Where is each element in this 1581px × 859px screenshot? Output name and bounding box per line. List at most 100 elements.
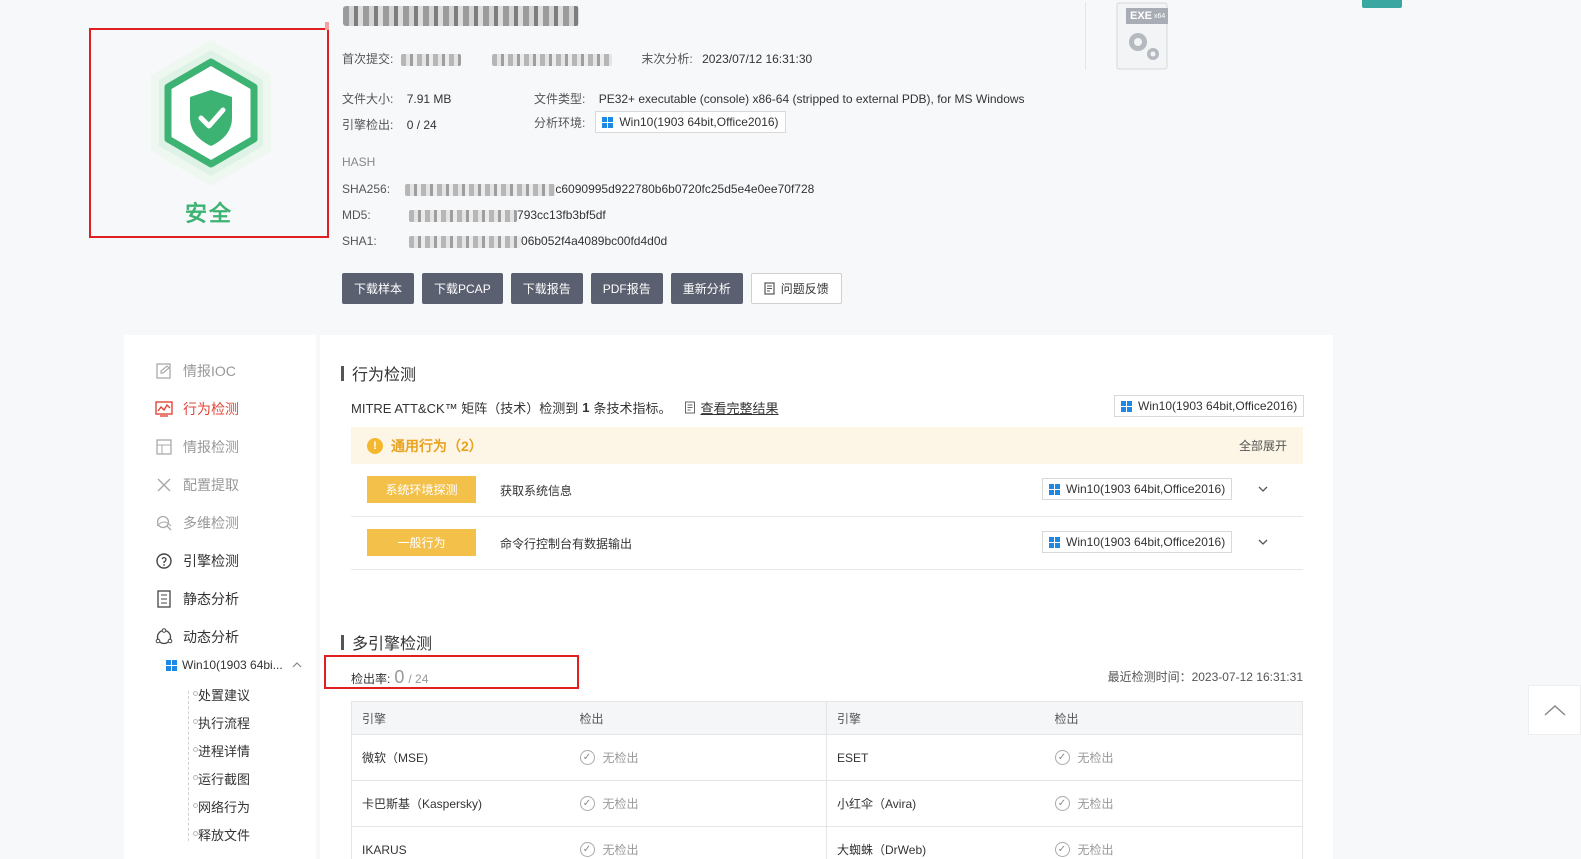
redacted-value	[400, 53, 461, 66]
md5-value: 793cc13fb3bf5df	[517, 208, 606, 222]
table-header: 引擎 检出 引擎 检出	[351, 701, 1303, 735]
result: ✓ 无检出	[1054, 749, 1114, 766]
sidebar: 情报IOC 行为检测 情报检测 配置提取 多维检测 引擎检测 静态分析 动态分析…	[124, 335, 316, 859]
mitre-count: 1	[582, 400, 590, 415]
file-name-redacted	[343, 6, 579, 26]
sidebar-item-dynamic[interactable]: 动态分析	[155, 627, 239, 647]
decor-mark	[325, 22, 329, 30]
behavior-row-env: Win10(1903 64bit,Office2016)	[1042, 478, 1233, 500]
md5-row: MD5: 793cc13fb3bf5df	[342, 208, 606, 222]
sidebar-item-engine[interactable]: 引擎检测	[155, 551, 239, 571]
table-row: 微软（MSE) ✓ 无检出 ESET ✓ 无检出	[351, 734, 1303, 781]
sidebar-env-toggle[interactable]: Win10(1903 64bi...	[166, 658, 302, 672]
reanalyze-button[interactable]: 重新分析	[670, 273, 743, 304]
behavior-desc: 命令行控制台有数据输出	[500, 537, 633, 551]
check-circle-icon: ✓	[579, 750, 595, 765]
check-circle-icon: ✓	[579, 796, 595, 811]
sidebar-item-ioc[interactable]: 情报IOC	[155, 361, 236, 381]
pdf-report-button[interactable]: PDF报告	[590, 273, 663, 304]
sha256-value: c6090995d922780b6b0720fc25d5e4e0ee70f728	[555, 182, 815, 196]
sub-item-screenshot[interactable]: 运行截图	[193, 769, 250, 788]
side-tab[interactable]	[1362, 0, 1402, 8]
last-analysis-value: 2023/07/12 16:31:30	[702, 52, 813, 66]
engine-table: 引擎 检出 引擎 检出 微软（MSE) ✓ 无检出 ESET ✓ 无检出 卡巴斯基（…	[351, 701, 1303, 859]
env-tag: Win10(1903 64bit,Office2016)	[595, 111, 786, 133]
download-sample-button[interactable]: 下载样本	[342, 273, 415, 304]
view-full-results-link[interactable]: 查看完整结果	[701, 398, 779, 417]
redacted-value	[409, 209, 518, 222]
chevron-up-icon	[1543, 704, 1566, 716]
engine-section-title: 多引擎检测	[341, 630, 432, 654]
download-pcap-button[interactable]: 下载PCAP	[422, 273, 503, 304]
behavior-row[interactable]: 一般行为 命令行控制台有数据输出 Win10(1903 64bit,Office…	[351, 517, 1303, 570]
detection-rate: 检出率: 0 / 24	[351, 667, 429, 687]
back-to-top-button[interactable]	[1528, 685, 1581, 735]
result: ✓ 无检出	[1054, 795, 1114, 812]
tree-line	[188, 691, 189, 841]
windows-icon	[1049, 536, 1060, 548]
last-detect-time: 最近检测时间：2023-07-12 16:31:31	[1107, 670, 1303, 684]
file-size-value: 7.91 MB	[406, 92, 452, 106]
redacted-value	[492, 53, 613, 66]
env-row: 分析环境: Win10(1903 64bit,Office2016)	[534, 111, 786, 133]
expand-all-button[interactable]: 全部展开	[1239, 437, 1287, 454]
rate-value: 0	[394, 667, 405, 687]
windows-icon	[1049, 483, 1060, 495]
hash-title: HASH	[342, 155, 376, 169]
check-circle-icon: ✓	[1054, 750, 1070, 765]
sub-item-flow[interactable]: 执行流程	[193, 713, 250, 732]
behavior-tag: 系统环境探测	[367, 476, 476, 503]
sha1-value: 06b052f4a4089bc00fd4d0d	[521, 234, 668, 248]
behavior-section-title: 行为检测	[341, 361, 416, 385]
exe-badge: EXE	[1130, 10, 1153, 22]
sub-item-dropped[interactable]: 释放文件	[193, 825, 250, 844]
windows-icon	[166, 659, 177, 671]
table-row: IKARUS ✓ 无检出 大蜘蛛（DrWeb) ✓ 无检出	[351, 826, 1303, 859]
chevron-down-icon[interactable]	[1256, 535, 1270, 549]
config-icon	[157, 478, 171, 492]
engine-icon	[156, 553, 172, 569]
dynamic-icon	[155, 628, 173, 645]
redacted-value	[409, 235, 522, 248]
sidebar-item-intel[interactable]: 情报检测	[155, 437, 239, 457]
behavior-row-env: Win10(1903 64bit,Office2016)	[1042, 531, 1233, 553]
behavior-env-tag: Win10(1903 64bit,Office2016)	[1114, 395, 1305, 417]
shield-check-icon	[146, 38, 276, 188]
behavior-tag: 一般行为	[367, 529, 476, 556]
check-circle-icon: ✓	[579, 842, 595, 857]
file-type-row: 文件类型: PE32+ executable (console) x86-64 …	[534, 92, 1025, 106]
sub-item-process[interactable]: 进程详情	[193, 741, 250, 760]
intel-icon	[156, 439, 172, 455]
table-row: 卡巴斯基（Kaspersky) ✓ 无检出 小红伞（Avira) ✓ 无检出	[351, 780, 1303, 827]
file-type-value: PE32+ executable (console) x86-64 (strip…	[598, 92, 1025, 106]
sub-item-network[interactable]: 网络行为	[193, 797, 250, 816]
file-size-row: 文件大小: 7.91 MB	[342, 92, 452, 106]
file-summary: 安全 首次提交: 末次分析: 2023/07/12 16:31:30 文件大小:…	[0, 0, 1581, 320]
main-panel: 行为检测 MITRE ATT&CK™ 矩阵（技术）检测到 1 条技术指标。 查看…	[320, 335, 1333, 859]
behavior-group-header[interactable]: ! 通用行为（2） 全部展开	[351, 427, 1303, 464]
sub-item-advice[interactable]: 处置建议	[193, 685, 250, 704]
behavior-row[interactable]: 系统环境探测 获取系统信息 Win10(1903 64bit,Office201…	[351, 464, 1303, 517]
result: ✓ 无检出	[1054, 841, 1114, 858]
sidebar-item-behavior[interactable]: 行为检测	[155, 399, 239, 419]
mitre-summary: MITRE ATT&CK™ 矩阵（技术）检测到 1 条技术指标。 查看完整结果	[351, 398, 779, 417]
rate-total: / 24	[408, 672, 429, 686]
result: ✓ 无检出	[579, 795, 639, 812]
chevron-down-icon[interactable]	[1256, 482, 1270, 496]
result: ✓ 无检出	[579, 749, 639, 766]
verdict-highlight-box: 安全	[89, 28, 329, 238]
sha1-row: SHA1: 06b052f4a4089bc00fd4d0d	[342, 234, 668, 248]
feedback-button[interactable]: 问题反馈	[750, 273, 842, 304]
sidebar-item-config[interactable]: 配置提取	[155, 475, 239, 495]
divider	[1085, 2, 1086, 70]
check-circle-icon: ✓	[1054, 796, 1070, 811]
exe-file-icon: EXE x64	[1116, 2, 1168, 70]
action-toolbar: 下载样本 下载PCAP 下载报告 PDF报告 重新分析 问题反馈	[342, 273, 842, 304]
behavior-icon	[155, 401, 173, 417]
engine-count-row: 引擎检出: 0 / 24	[342, 118, 437, 132]
download-report-button[interactable]: 下载报告	[510, 273, 583, 304]
sidebar-item-static[interactable]: 静态分析	[155, 589, 239, 609]
feedback-doc-icon	[764, 282, 775, 295]
sidebar-item-multi[interactable]: 多维检测	[155, 513, 239, 533]
static-icon	[157, 590, 171, 608]
